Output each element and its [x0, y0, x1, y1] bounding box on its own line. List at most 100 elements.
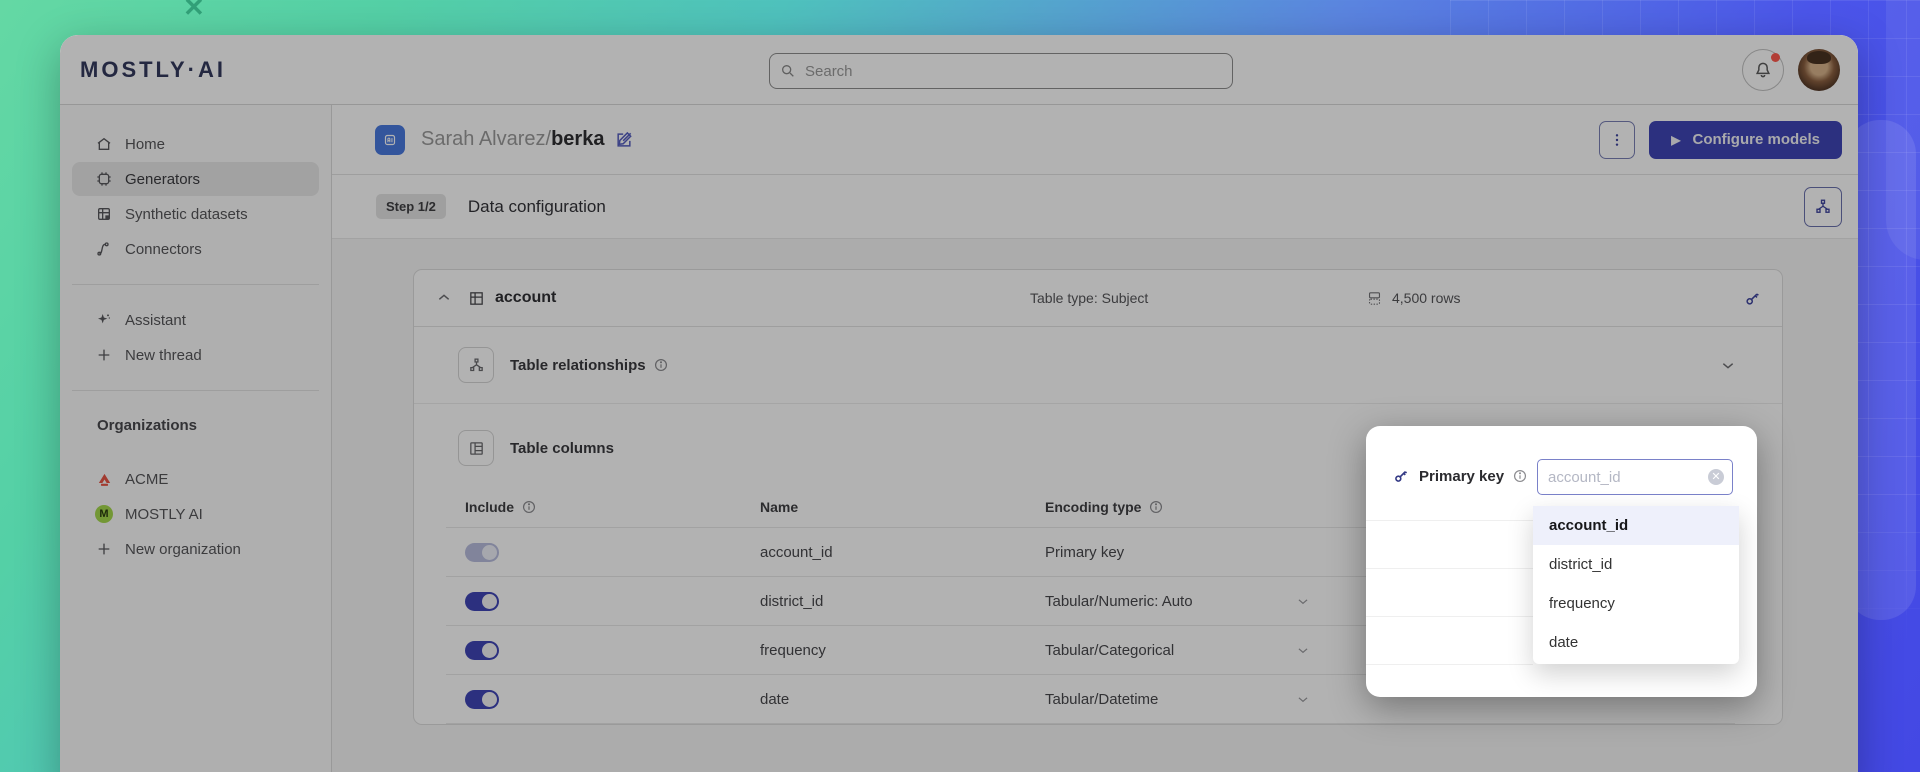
info-icon [1513, 469, 1527, 483]
primary-key-popup: Primary key ✕ account_id district_id fre… [1366, 426, 1757, 697]
sidebar-item-label: Home [125, 136, 165, 153]
search-input[interactable] [805, 63, 1222, 80]
sidebar-item-label: Assistant [125, 312, 186, 329]
row-separator [1366, 520, 1533, 521]
info-icon [522, 500, 536, 514]
sidebar-item-generators[interactable]: Generators [72, 162, 319, 196]
sidebar-divider [72, 284, 319, 285]
include-toggle[interactable] [465, 592, 499, 611]
sidebar-item-new-organization[interactable]: New organization [72, 532, 319, 566]
include-header: Include [446, 499, 760, 515]
breadcrumb-owner: Sarah Alvarez/ [421, 128, 551, 150]
sidebar-item-label: New thread [125, 347, 202, 364]
sidebar-item-label: Generators [125, 171, 200, 188]
row-separator [1366, 616, 1533, 617]
primary-key-icon[interactable] [1743, 289, 1762, 308]
mostly-ai-logo: MOSTLY·AI [80, 57, 226, 83]
dropdown-option-frequency[interactable]: frequency [1533, 584, 1739, 623]
table-icon [468, 290, 485, 307]
info-icon [654, 358, 668, 372]
configure-models-button[interactable]: ▶ Configure models [1649, 121, 1842, 159]
connector-icon [95, 241, 113, 257]
column-name: frequency [760, 642, 1045, 659]
sidebar-item-label: Synthetic datasets [125, 206, 248, 223]
table-name: account [495, 289, 556, 307]
breadcrumb: Sarah Alvarez/berka [421, 128, 604, 151]
sidebar-item-org-mostly-ai[interactable]: M MOSTLY AI [72, 497, 319, 531]
notification-dot [1771, 53, 1780, 62]
dataset-icon [95, 206, 113, 222]
sidebar: Home Generators Synthetic datasets Conne… [60, 105, 332, 772]
acme-logo-icon [95, 471, 113, 488]
sparkle-icon [95, 312, 113, 328]
primary-key-input-wrap: ✕ [1537, 459, 1733, 495]
include-toggle[interactable] [465, 690, 499, 709]
column-name: account_id [760, 544, 1045, 561]
encoding-value: Tabular/Datetime [1045, 691, 1158, 708]
sidebar-item-label: New organization [125, 541, 241, 558]
include-toggle[interactable] [465, 543, 499, 562]
chevron-down-icon[interactable] [1720, 357, 1736, 373]
sidebar-item-new-thread[interactable]: New thread [72, 338, 319, 372]
plus-icon [95, 347, 113, 363]
sidebar-item-label: MOSTLY AI [125, 506, 203, 523]
include-toggle[interactable] [465, 641, 499, 660]
model-configuration-button[interactable] [1804, 187, 1842, 227]
table-type-label: Table type: Subject [1030, 290, 1148, 306]
key-icon [1392, 467, 1410, 485]
hierarchy-icon [1814, 198, 1832, 216]
page-background: ✕ MOSTLY·AI [0, 0, 1920, 772]
database-icon [1366, 290, 1383, 307]
breadcrumb-project: berka [551, 128, 604, 150]
play-icon: ▶ [1671, 133, 1680, 147]
breadcrumb-row: Sarah Alvarez/berka ▶ Configure models [332, 105, 1858, 175]
row-separator [1366, 568, 1533, 569]
sidebar-item-connectors[interactable]: Connectors [72, 232, 319, 266]
row-count-label: 4,500 rows [1392, 290, 1460, 306]
step-row: Step 1/2 Data configuration [332, 175, 1858, 239]
sidebar-item-synthetic-datasets[interactable]: Synthetic datasets [72, 197, 319, 231]
organizations-heading: Organizations [60, 409, 331, 448]
mostly-ai-org-icon: M [95, 505, 113, 523]
user-avatar[interactable] [1798, 49, 1840, 91]
relationships-icon [458, 347, 494, 383]
dropdown-option-account-id[interactable]: account_id [1533, 506, 1739, 545]
row-separator [1366, 664, 1533, 665]
primary-key-field-label: Primary key [1392, 467, 1527, 485]
sidebar-divider [72, 390, 319, 391]
info-icon [1149, 500, 1163, 514]
table-card-header: account Table type: Subject 4,500 rows [414, 270, 1782, 327]
row-count: 4,500 rows [1366, 290, 1460, 307]
encoding-value: Tabular/Categorical [1045, 642, 1174, 659]
background-shape [1886, 0, 1920, 260]
column-name: date [760, 691, 1045, 708]
chevron-down-icon[interactable] [1296, 594, 1310, 608]
more-actions-button[interactable] [1599, 121, 1635, 159]
primary-key-input[interactable] [1548, 469, 1708, 486]
clear-input-icon[interactable]: ✕ [1708, 469, 1724, 485]
encoding-value: Primary key [1045, 544, 1124, 561]
dropdown-option-date[interactable]: date [1533, 623, 1739, 662]
edit-name-icon[interactable] [614, 130, 634, 150]
generator-chip-icon [375, 125, 405, 155]
chevron-down-icon[interactable] [1296, 692, 1310, 706]
dropdown-option-district-id[interactable]: district_id [1533, 545, 1739, 584]
notifications-button[interactable] [1742, 49, 1784, 91]
column-name: district_id [760, 593, 1045, 610]
chevron-down-icon[interactable] [1296, 643, 1310, 657]
collapse-chevron-up-icon[interactable] [436, 290, 452, 306]
sidebar-item-label: ACME [125, 471, 168, 488]
sidebar-item-org-acme[interactable]: ACME [72, 462, 319, 496]
encoding-value: Tabular/Numeric: Auto [1045, 593, 1193, 610]
table-relationships-section[interactable]: Table relationships [414, 327, 1782, 404]
generators-icon [95, 171, 113, 187]
search-bar[interactable] [769, 53, 1233, 89]
bell-icon [1753, 60, 1773, 80]
page-title: Data configuration [468, 197, 606, 217]
sidebar-item-assistant[interactable]: Assistant [72, 303, 319, 337]
background-x-decoration: ✕ [183, 0, 205, 23]
sidebar-item-home[interactable]: Home [72, 127, 319, 161]
table-relationships-label: Table relationships [510, 357, 668, 374]
search-icon [780, 63, 796, 79]
primary-key-dropdown: account_id district_id frequency date [1533, 506, 1739, 664]
